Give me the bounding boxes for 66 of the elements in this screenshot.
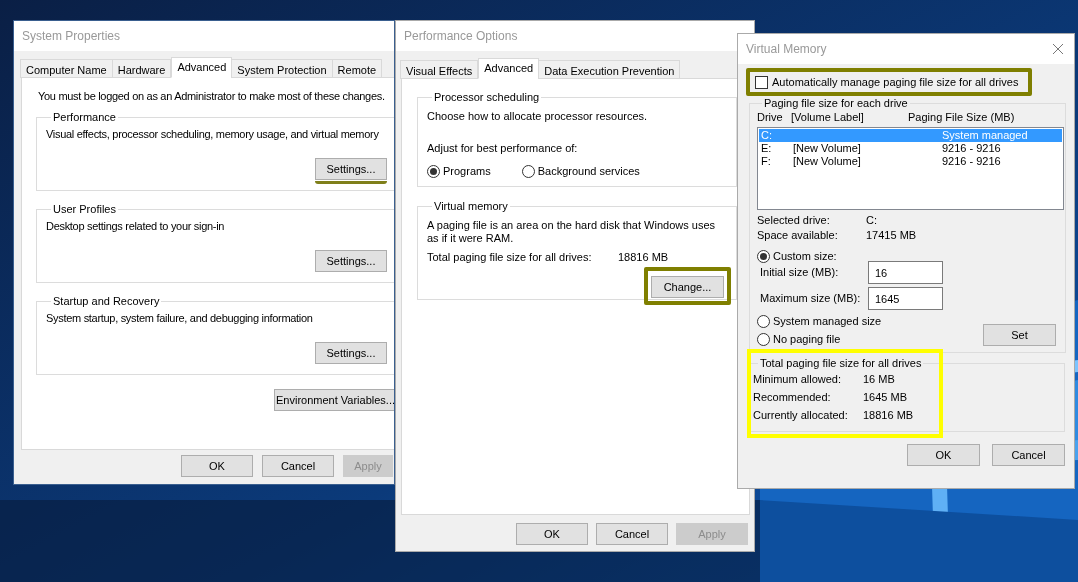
dialog-button[interactable]: OK xyxy=(516,523,588,545)
tab[interactable]: Advanced xyxy=(478,58,540,79)
drive-row[interactable]: E: [New Volume] 9216 - 9216 xyxy=(759,142,1062,155)
radio-option[interactable]: No paging file xyxy=(757,333,841,346)
total-value: 1645 MB xyxy=(863,390,908,405)
group-title: User Profiles xyxy=(52,203,117,216)
total-label: Total paging file size for all drives: xyxy=(427,251,593,264)
column-header: Drive xyxy=(757,111,784,124)
group-title: Performance xyxy=(52,111,117,124)
dialog-button[interactable]: Cancel xyxy=(992,444,1065,466)
size-field[interactable]: 1645 xyxy=(868,287,943,310)
dialog-button[interactable]: Change... xyxy=(651,276,724,299)
group-description: Choose how to allocate processor resources. xyxy=(427,110,648,123)
notice-text: You must be logged on as an Administrator to make most of these changes. xyxy=(37,90,385,103)
group-title: Startup and Recovery xyxy=(52,295,161,308)
field-label: Maximum size (MB): xyxy=(760,291,862,307)
group-description: System startup, system failure, and debugging information xyxy=(46,312,313,325)
total-label: Recommended: xyxy=(753,390,832,405)
group-title: Processor scheduling xyxy=(433,91,541,104)
tab[interactable]: Visual Effects xyxy=(400,60,479,79)
info-value: 17415 MB xyxy=(866,228,917,243)
dialog-button[interactable]: Settings... xyxy=(315,250,387,273)
column-header: Paging File Size (MB) xyxy=(908,111,1015,124)
group-description: Desktop settings related to your sign-in xyxy=(46,220,225,233)
radio-option[interactable]: Background services xyxy=(521,165,640,178)
dialog-button[interactable]: Settings... xyxy=(315,342,387,365)
total-value: 18816 MB xyxy=(863,408,914,423)
tab[interactable]: Remote xyxy=(331,59,383,78)
size-field[interactable]: 16 xyxy=(868,261,943,284)
window-title: Virtual Memory xyxy=(746,41,827,58)
dialog-button[interactable]: Cancel xyxy=(262,455,334,477)
dialog-button[interactable]: Cancel xyxy=(596,523,668,545)
radio-option[interactable]: Programs xyxy=(427,165,491,178)
group-title: Virtual memory xyxy=(433,200,509,213)
tab[interactable]: System Protection xyxy=(231,59,333,78)
group-title: Paging file size for each drive xyxy=(763,97,909,110)
dialog-button[interactable]: Set xyxy=(983,324,1056,346)
window-title: System Properties xyxy=(22,28,121,45)
field-label: Initial size (MB): xyxy=(760,265,840,281)
group-description: A paging file is an area on the hard disk that Windows uses as if it were RAM. xyxy=(427,219,716,245)
info-label: Selected drive: xyxy=(757,213,831,228)
dialog-button[interactable]: OK xyxy=(181,455,253,477)
dialog-button[interactable]: Settings... xyxy=(315,158,387,181)
radio-option[interactable]: System managed size xyxy=(757,315,882,328)
drive-list[interactable]: C: System managed E: [New Volume] 9216 - 9216 F: [New Volume] 9216 - 9216 xyxy=(757,127,1064,210)
window-title: Performance Options xyxy=(404,28,518,45)
tab[interactable]: Data Execution Prevention xyxy=(538,60,681,79)
tab[interactable]: Advanced xyxy=(171,57,233,78)
radio-option[interactable]: Custom size: xyxy=(757,250,837,263)
info-label: Space available: xyxy=(757,228,839,243)
close-icon[interactable] xyxy=(1052,43,1064,55)
total-label: Currently allocated: xyxy=(753,408,849,423)
info-value: C: xyxy=(866,213,877,228)
total-value: 18816 MB xyxy=(618,251,669,264)
dialog-button[interactable]: Environment Variables... xyxy=(274,389,394,411)
group-description: Visual effects, processor scheduling, memory usage, and virtual memory xyxy=(46,128,379,141)
tab[interactable]: Computer Name xyxy=(20,59,113,78)
dialog-button[interactable]: OK xyxy=(907,444,980,466)
checkbox[interactable]: Automatically manage paging file size for all drives xyxy=(755,75,1019,89)
total-value: 16 MB xyxy=(863,372,895,387)
drive-row[interactable]: F: [New Volume] 9216 - 9216 xyxy=(759,155,1062,168)
prompt-text: Adjust for best performance of: xyxy=(427,142,578,155)
column-header: [Volume Label] xyxy=(791,111,865,124)
tab[interactable]: Hardware xyxy=(111,59,172,78)
group-title: Total paging file size for all drives xyxy=(759,357,923,370)
total-label: Minimum allowed: xyxy=(753,372,843,387)
